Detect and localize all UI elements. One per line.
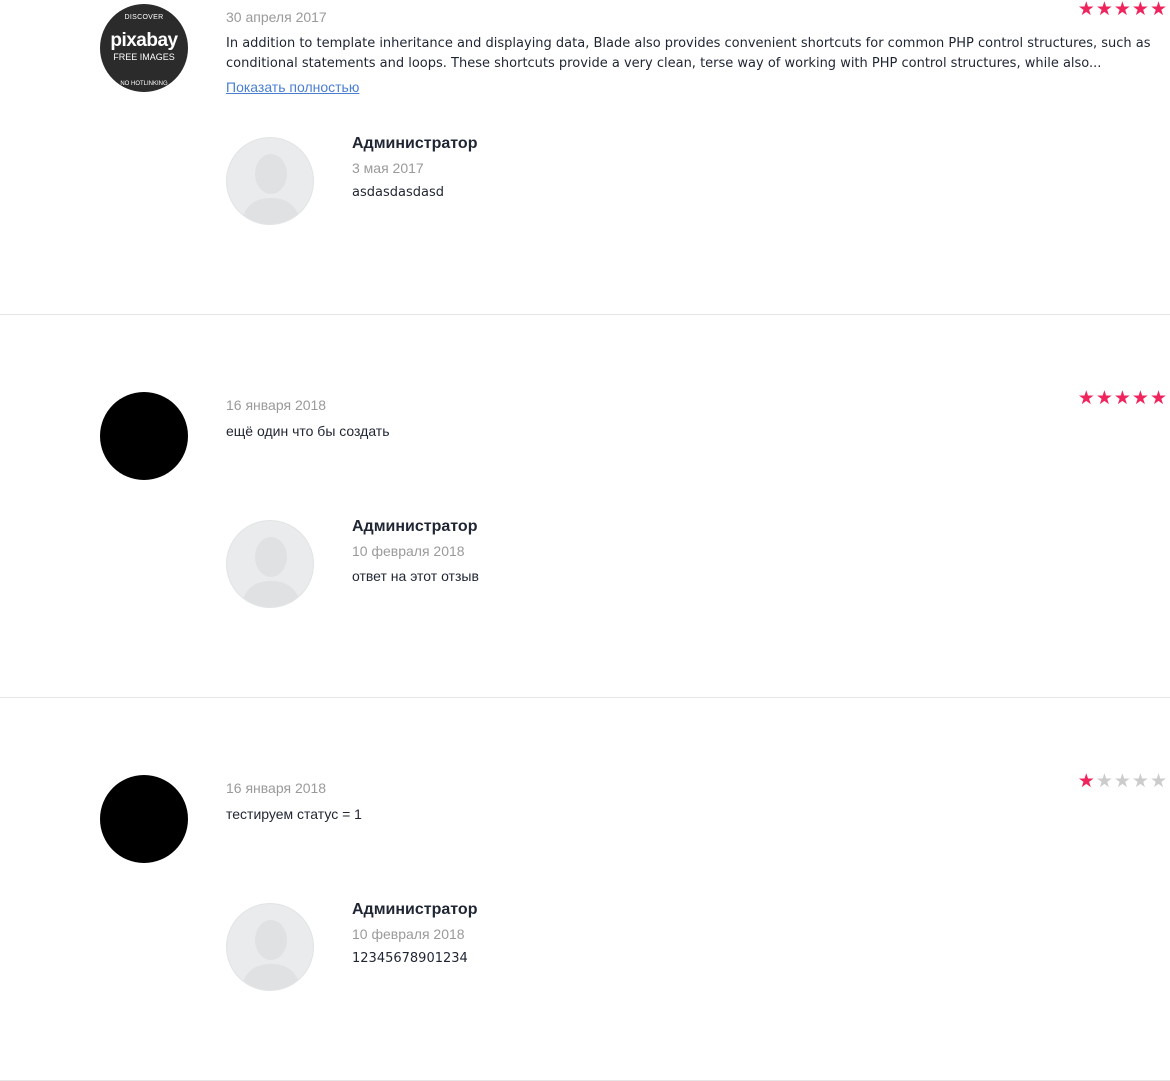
reply-author: Администратор [352,518,478,535]
star-icon: ★ [1113,771,1132,792]
reply-text: asdasdasdasd [352,185,444,200]
star-icon: ★ [1077,771,1096,792]
rating-stars: ★★★★★ [1078,389,1168,409]
star-icon: ★ [1149,0,1168,20]
admin-reply: Администратор 10 февраля 2018 1234567890… [226,901,926,993]
reply-text: ответ на этот отзыв [352,568,479,584]
admin-reply: Администратор 3 мая 2017 asdasdasdasd [226,135,926,227]
star-icon: ★ [1077,388,1096,409]
star-icon: ★ [1077,0,1096,20]
reviewer-avatar [100,392,188,480]
reply-author: Администратор [352,901,478,918]
star-icon: ★ [1131,388,1150,409]
pixabay-logo: DISCOVER pixabay FREE IMAGES NO HOTLINKI… [110,14,178,87]
reply-date: 3 мая 2017 [352,160,424,176]
user-silhouette-icon [241,154,301,224]
default-user-avatar [226,520,314,608]
review-text: тестируем статус = 1 [226,806,362,822]
star-icon: ★ [1113,388,1132,409]
reply-author: Администратор [352,135,478,152]
star-icon: ★ [1149,771,1168,792]
show-more-link[interactable]: Показать полностью [226,79,359,95]
star-icon: ★ [1149,388,1168,409]
review-text: ещё один что бы создать [226,423,390,439]
reply-date: 10 февраля 2018 [352,543,465,559]
star-icon: ★ [1113,0,1132,20]
user-silhouette-icon [241,537,301,607]
user-silhouette-icon [241,920,301,990]
admin-reply: Администратор 10 февраля 2018 ответ на э… [226,518,926,610]
reply-text: 12345678901234 [352,951,468,966]
review-date: 30 апреля 2017 [226,9,327,25]
rating-stars: ★★★★★ [1078,0,1168,20]
review-date: 16 января 2018 [226,397,327,413]
reply-date: 10 февраля 2018 [352,926,465,942]
star-icon: ★ [1095,771,1114,792]
review-item: 16 января 2018 ещё один что бы создать ★… [0,315,1170,698]
star-icon: ★ [1095,0,1114,20]
reviewer-avatar: DISCOVER pixabay FREE IMAGES NO HOTLINKI… [100,4,188,92]
star-icon: ★ [1131,0,1150,20]
star-icon: ★ [1131,771,1150,792]
review-item: DISCOVER pixabay FREE IMAGES NO HOTLINKI… [0,0,1170,315]
rating-stars: ★★★★★ [1078,772,1168,792]
review-date: 16 января 2018 [226,780,327,796]
review-text: In addition to template inheritance and … [226,36,1151,71]
star-icon: ★ [1095,388,1114,409]
reviewer-avatar [100,775,188,863]
default-user-avatar [226,137,314,225]
default-user-avatar [226,903,314,991]
review-item: 16 января 2018 тестируем статус = 1 ★★★★… [0,698,1170,1081]
